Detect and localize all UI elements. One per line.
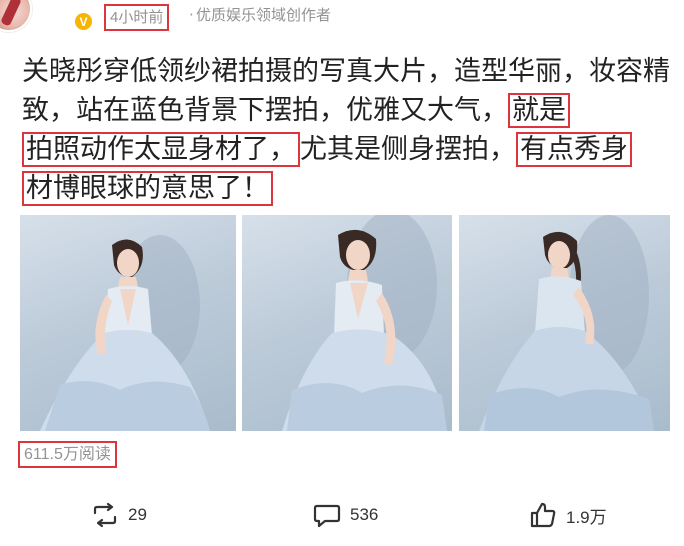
highlight-1: 就是 — [508, 93, 570, 128]
like-count: 1.9万 — [566, 507, 607, 527]
repost-button[interactable]: 29 — [90, 495, 147, 535]
photo-3[interactable] — [459, 215, 670, 431]
like-button[interactable]: 1.9万 — [528, 495, 607, 535]
action-bar: 29 536 1.9万 — [0, 495, 684, 535]
photo-woman-seated-gown-icon — [282, 215, 447, 431]
post-text-plain: 关晓彤穿低领纱裙拍摄的写真大片，造型华丽，妆容精致，站在蓝色背景下摆拍，优雅又大… — [22, 56, 670, 126]
comment-count: 536 — [350, 505, 379, 524]
thumbs-up-icon — [530, 502, 556, 528]
post-time: 4小时前 — [104, 4, 170, 31]
photo-grid — [20, 215, 670, 431]
post-body: 关晓彤穿低领纱裙拍摄的写真大片，造型华丽，妆容精致，站在蓝色背景下摆拍，优雅又大… — [22, 52, 672, 208]
verified-badge-icon: V — [74, 12, 93, 31]
post-header: V 4小时前 · 优质娱乐领域创作者 — [0, 0, 684, 36]
post-text-mid: 尤其是侧身摆拍， — [300, 134, 516, 165]
highlight-4: 材博眼球的意思了！ — [22, 171, 273, 206]
read-count: 611.5万阅读 — [18, 441, 117, 468]
photo-2[interactable] — [242, 215, 452, 431]
author-title: 优质娱乐领域创作者 — [196, 6, 332, 24]
highlight-3: 有点秀身 — [516, 132, 632, 167]
meta-separator: · — [189, 6, 194, 24]
highlight-2: 拍照动作太显身材了， — [22, 132, 300, 167]
photo-woman-ruffled-gown-icon — [40, 235, 210, 431]
comment-button[interactable]: 536 — [312, 495, 378, 535]
comment-icon — [313, 504, 341, 528]
repost-icon — [93, 502, 117, 528]
photo-1[interactable] — [20, 215, 236, 431]
photo-woman-standing-gown-icon — [479, 215, 654, 431]
repost-count: 29 — [128, 505, 147, 524]
author-avatar[interactable] — [0, 0, 32, 32]
